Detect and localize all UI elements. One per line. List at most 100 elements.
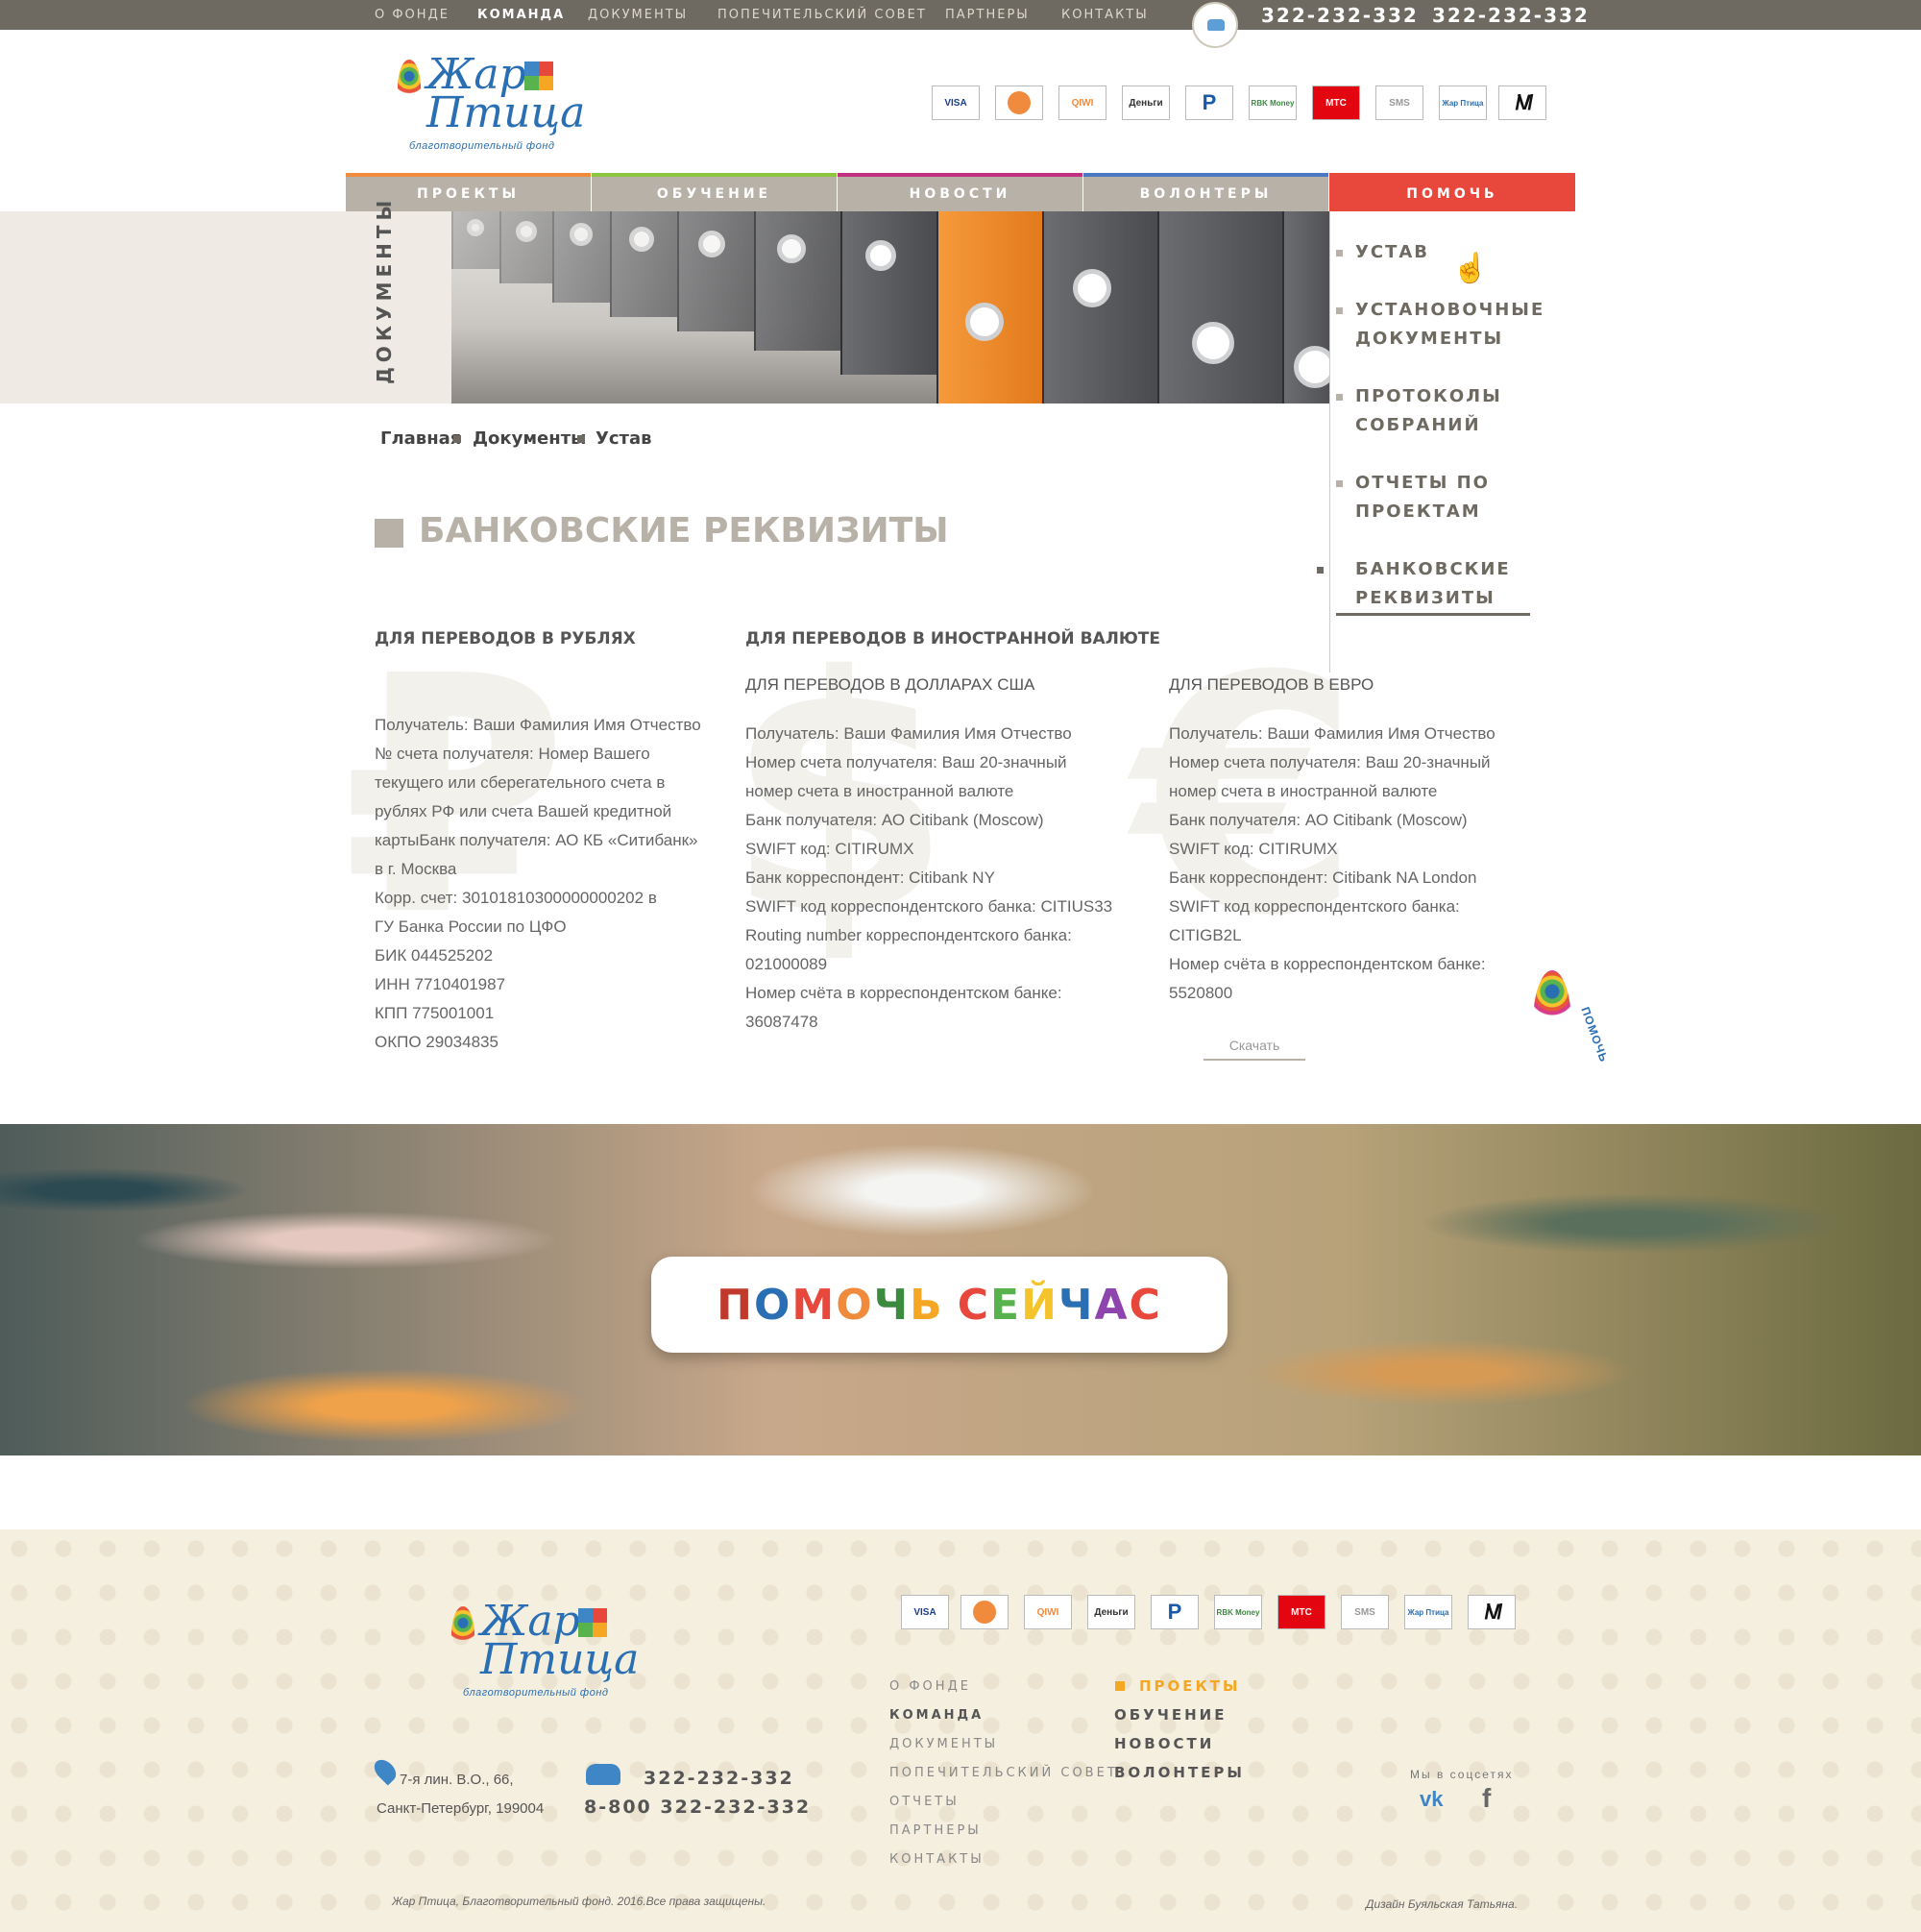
puzzle-icon [524,61,553,90]
phone-icon [1207,19,1225,31]
side-menu-charter[interactable]: УСТАВ [1336,238,1547,267]
download-link[interactable]: Скачать [1204,1038,1305,1061]
paypal-icon[interactable]: P [1185,86,1233,120]
footer-phone-2[interactable]: 8-800 322-232-332 [584,1797,811,1818]
mastercard-icon[interactable] [960,1595,1009,1629]
side-menu-project-reports[interactable]: ОТЧЕТЫ ПО ПРОЕКТАМ [1336,469,1547,526]
rub-line: БИК 044525202 [375,946,494,965]
rbk-money-icon[interactable]: RBK Money [1214,1595,1262,1629]
eur-line: SWIFT код: CITIRUMX [1169,840,1338,858]
side-menu-founding-docs[interactable]: УСТАНОВОЧНЫЕ ДОКУМЕНТЫ [1336,296,1547,354]
footer-nav-projects[interactable]: ПРОЕКТЫ [1139,1677,1241,1695]
cta-letter: Й [1021,1280,1058,1330]
cta-letter: П [717,1280,754,1330]
footer-phone-1[interactable]: 322-232-332 [644,1768,794,1789]
sms-icon[interactable]: SMS [1341,1595,1389,1629]
top-phone-2[interactable]: 322-232-332 [1432,4,1590,27]
eur-details: Получатель: Ваши Фамилия Имя Отчество Но… [1169,720,1553,1008]
top-nav-documents[interactable]: ДОКУМЕНТЫ [588,8,688,22]
logo[interactable]: Жар Птица благотворительный фонд [398,54,585,152]
help-now-button[interactable]: ПОМОЧЬСЕЙЧАС [651,1257,1228,1353]
floating-help-button[interactable]: ПОМОЧЬ [1523,970,1611,1095]
hand-cursor-icon: ☝ [1452,253,1489,284]
firebird-pay-icon[interactable]: Жар Птица [1439,86,1487,120]
page-title: БАНКОВСКИЕ РЕКВИЗИТЫ [419,511,949,550]
design-credit: Дизайн Буяльская Татьяна. [1366,1897,1519,1911]
top-nav-contacts[interactable]: КОНТАКТЫ [1061,8,1149,22]
eur-line: Номер счета получателя: Ваш 20-значный [1169,753,1491,771]
logo-line2: Птица [480,1635,640,1684]
callback-button[interactable] [1192,2,1238,48]
side-menu-bank-details[interactable]: БАНКОВСКИЕ РЕКВИЗИТЫ [1317,555,1530,616]
top-nav-partners[interactable]: ПАРТНЕРЫ [945,8,1030,22]
main-nav-volunteers[interactable]: ВОЛОНТЕРЫ [1083,173,1328,211]
cta-letter: О [836,1280,874,1330]
rub-line: ОКПО 29034835 [375,1033,498,1051]
visa-icon[interactable]: VISA [901,1595,949,1629]
cta-letter: М [791,1280,837,1330]
yandex-money-icon[interactable]: Деньги [1087,1595,1135,1629]
social-label: Мы в соцсетях [1410,1768,1514,1781]
top-phone-1[interactable]: 322-232-332 [1261,4,1419,27]
webmoney-icon[interactable]: /V/ [1498,86,1546,120]
footer-logo[interactable]: Жар Птица благотворительный фонд [451,1601,639,1699]
footer-nav-about[interactable]: О ФОНДЕ [889,1679,971,1694]
eur-heading: ДЛЯ ПЕРЕВОДОВ В ЕВРО [1169,675,1374,694]
breadcrumb-documents[interactable]: Документы [473,428,586,449]
active-marker [1115,1681,1125,1691]
main-nav-news[interactable]: НОВОСТИ [838,173,1082,211]
yandex-money-icon[interactable]: Деньги [1122,86,1170,120]
footer-nav-team[interactable]: КОМАНДА [889,1708,984,1723]
mastercard-icon[interactable] [995,86,1043,120]
vk-icon[interactable]: vk [1420,1787,1443,1812]
mts-icon[interactable]: МТС [1277,1595,1325,1629]
usd-details: Получатель: Ваши Фамилия Имя Отчество Но… [745,720,1149,1037]
footer-nav-news[interactable]: НОВОСТИ [1114,1735,1214,1752]
phone-icon [586,1764,620,1785]
footer-nav-documents[interactable]: ДОКУМЕНТЫ [889,1737,998,1751]
footer-nav-volunteers[interactable]: ВОЛОНТЕРЫ [1114,1764,1245,1781]
footer-nav-education[interactable]: ОБУЧЕНИЕ [1114,1706,1227,1724]
breadcrumb-charter: Устав [596,428,652,449]
cta-letter: Ч [873,1280,911,1330]
cta-letter: А [1094,1280,1130,1330]
usd-heading: ДЛЯ ПЕРЕВОДОВ В ДОЛЛАРАХ США [745,675,1035,694]
rub-details: Получатель: Ваши Фамилия Имя Отчество № … [375,711,730,1057]
top-nav-team[interactable]: КОМАНДА [477,8,565,22]
rub-line: картыБанк получателя: АО КБ «Ситибанк» [375,831,698,849]
breadcrumb-separator [453,435,461,443]
side-menu-meeting-minutes[interactable]: ПРОТОКОЛЫ СОБРАНИЙ [1336,382,1547,440]
facebook-icon[interactable]: f [1482,1783,1491,1814]
main-nav-education[interactable]: ОБУЧЕНИЕ [592,173,837,211]
footer-nav-partners[interactable]: ПАРТНЕРЫ [889,1823,982,1838]
usd-line: SWIFT код: CITIRUMX [745,840,914,858]
qiwi-icon[interactable]: QIWI [1024,1595,1072,1629]
main-nav-projects-label: ПРОЕКТЫ [417,186,520,202]
top-nav-board[interactable]: ПОПЕЧИТЕЛЬСКИЙ СОВЕТ [717,8,927,22]
usd-line: 021000089 [745,955,828,973]
breadcrumb-home[interactable]: Главная [380,428,461,449]
mts-icon[interactable]: МТС [1312,86,1360,120]
footer-nav-board[interactable]: ПОПЕЧИТЕЛЬСКИЙ СОВЕТ [889,1766,1118,1780]
logo-line2: Птица [426,88,586,137]
sms-icon[interactable]: SMS [1375,86,1423,120]
rbk-money-icon[interactable]: RBK Money [1249,86,1297,120]
rub-line: Получатель: Ваши Фамилия Имя Отчество [375,716,701,734]
footer-nav-reports[interactable]: ОТЧЕТЫ [889,1795,960,1809]
visa-icon[interactable]: VISA [932,86,980,120]
top-nav-about[interactable]: О ФОНДЕ [375,8,450,22]
rub-line: ИНН 7710401987 [375,975,506,993]
feather-icon [1533,970,1571,1076]
cta-letter: Е [990,1280,1022,1330]
webmoney-icon[interactable]: /V/ [1468,1595,1516,1629]
firebird-pay-icon[interactable]: Жар Птица [1404,1595,1452,1629]
cta-letter: О [754,1280,792,1330]
floating-help-label: ПОМОЧЬ [1578,1005,1612,1064]
eur-line: номер счета в иностранной валюте [1169,782,1438,800]
binders-image [451,211,1329,404]
qiwi-icon[interactable]: QIWI [1058,86,1106,120]
paypal-icon[interactable]: P [1151,1595,1199,1629]
footer-nav-contacts[interactable]: КОНТАКТЫ [889,1852,985,1867]
main-nav-help[interactable]: ПОМОЧЬ [1329,173,1575,211]
banner-label-text: ДОКУМЕНТЫ [373,195,396,384]
